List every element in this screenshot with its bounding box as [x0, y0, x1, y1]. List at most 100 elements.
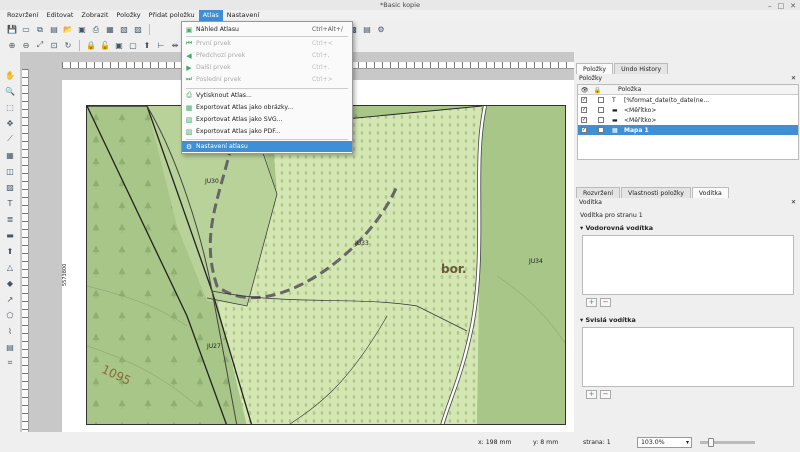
- menu-zobrazit[interactable]: Zobrazit: [77, 10, 112, 21]
- print-icon: ⎙: [186, 91, 192, 99]
- move-content-icon[interactable]: ✥: [4, 117, 16, 129]
- lock-checkbox[interactable]: [598, 97, 604, 103]
- zoom-select[interactable]: 103.0% ▾: [637, 436, 692, 448]
- save-template-icon[interactable]: ▣: [76, 24, 88, 36]
- export-image-icon[interactable]: ▦: [104, 24, 116, 36]
- atlas-export-images-item[interactable]: ▦ Exportovat Atlas jako obrázky...: [182, 102, 352, 113]
- atlas-print-item[interactable]: ⎙ Vytisknout Atlas...: [182, 90, 352, 101]
- zoom-tool-icon[interactable]: 🔍: [4, 85, 16, 97]
- add-3d-map-icon[interactable]: ◫: [4, 165, 16, 177]
- add-picture-icon[interactable]: ▨: [4, 181, 16, 193]
- menu-polozky[interactable]: Položky: [112, 10, 144, 21]
- menu-nastaveni[interactable]: Nastavení: [223, 10, 264, 21]
- list-item[interactable]: ✓ ▬ <Měřítko>: [578, 115, 798, 125]
- menu-pridat-polozku[interactable]: Přidat položku: [145, 10, 199, 21]
- zoom-value: 103.0%: [641, 438, 665, 446]
- items-list: 👁 🔒 Položka ✓ T [%format_date(to_date(ne…: [577, 84, 799, 160]
- atlas-export-pdf-item[interactable]: ▨ Exportovat Atlas jako PDF...: [182, 126, 352, 137]
- visible-checkbox[interactable]: ✓: [581, 107, 587, 113]
- list-item[interactable]: ✓ T [%format_date(to_date(ne...: [578, 95, 798, 105]
- add-marker-icon[interactable]: ◆: [4, 277, 16, 289]
- duplicate-layout-icon[interactable]: ⧉: [34, 24, 46, 36]
- panel-close-icon[interactable]: ✕: [791, 198, 796, 208]
- add-html-icon[interactable]: ⌗: [4, 357, 16, 369]
- zoom-actual-icon[interactable]: ⊡: [48, 39, 60, 51]
- visible-checkbox[interactable]: ✓: [581, 127, 587, 133]
- add-map-icon[interactable]: ▦: [4, 149, 16, 161]
- atlas-settings-item[interactable]: ⚙ Nastavení atlasu: [182, 141, 352, 152]
- tab-voditka[interactable]: Vodítka: [691, 187, 729, 198]
- horizontal-guides-header[interactable]: ▾ Vodorovná vodítka: [576, 221, 800, 235]
- list-item[interactable]: ✓ ▦ Mapa 1: [578, 125, 798, 135]
- zoom-slider-handle[interactable]: [708, 437, 714, 447]
- tab-polozky[interactable]: Položky: [576, 63, 614, 74]
- export-pdf-icon[interactable]: ▨: [132, 24, 144, 36]
- items-column-header: Položka: [618, 86, 642, 93]
- remove-guide-icon[interactable]: −: [600, 298, 611, 307]
- vertical-ruler[interactable]: [22, 69, 29, 432]
- atlas-export-icon[interactable]: ▤: [361, 24, 373, 36]
- add-guide-icon[interactable]: +: [586, 298, 597, 307]
- right-dock: Položky Undo History Položky ✕ 👁 🔒 Polož…: [576, 62, 800, 432]
- add-polyline-icon[interactable]: ⌇: [4, 325, 16, 337]
- cursor-x: x: 198 mm: [478, 438, 512, 446]
- add-table-icon[interactable]: ▤: [4, 341, 16, 353]
- vertical-guides-buttons: + −: [586, 390, 790, 399]
- refresh-icon[interactable]: ↻: [62, 39, 74, 51]
- unlock-icon[interactable]: 🔓: [99, 39, 111, 51]
- add-arrow-icon[interactable]: ↗: [4, 293, 16, 305]
- tab-rozvrzeni[interactable]: Rozvržení: [576, 187, 620, 198]
- pan-icon[interactable]: ✋: [4, 69, 16, 81]
- lock-checkbox[interactable]: [598, 127, 604, 133]
- horizontal-guides-list[interactable]: [582, 235, 794, 295]
- zoom-in-icon[interactable]: ⊕: [6, 39, 18, 51]
- remove-guide-icon[interactable]: −: [600, 390, 611, 399]
- panel-close-icon[interactable]: ✕: [791, 74, 796, 84]
- add-label-icon[interactable]: T: [4, 197, 16, 209]
- zoom-slider[interactable]: [700, 437, 755, 447]
- zoom-full-icon[interactable]: ⤢: [34, 39, 46, 51]
- tab-undo-history[interactable]: Undo History: [614, 63, 669, 74]
- select-icon[interactable]: ⬚: [4, 101, 16, 113]
- vertical-guides-list[interactable]: [582, 327, 794, 387]
- atlas-export-svg-item[interactable]: ▧ Exportovat Atlas jako SVG...: [182, 114, 352, 125]
- vertical-guides-header[interactable]: ▾ Svislá vodítka: [576, 313, 800, 327]
- zoom-out-icon[interactable]: ⊖: [20, 39, 32, 51]
- atlas-settings-icon[interactable]: ⚙: [375, 24, 387, 36]
- lock-icon[interactable]: 🔒: [85, 39, 97, 51]
- raise-icon[interactable]: ⬆: [141, 39, 153, 51]
- distribute-icon[interactable]: ⇹: [169, 39, 181, 51]
- visible-checkbox[interactable]: ✓: [581, 117, 587, 123]
- new-layout-icon[interactable]: ▭: [20, 24, 32, 36]
- menu-atlas[interactable]: Atlas: [198, 10, 223, 21]
- group-icon[interactable]: ▣: [113, 39, 125, 51]
- print-icon[interactable]: ⎙: [90, 24, 102, 36]
- add-legend-icon[interactable]: ≣: [4, 213, 16, 225]
- items-panel-title: Položky: [579, 75, 603, 82]
- menubar: Rozvržení Editovat Zobrazit Položky Přid…: [0, 10, 800, 21]
- guides-page-label: Vodítka pro stranu 1: [580, 212, 643, 219]
- menu-rozvrzeni[interactable]: Rozvržení: [3, 10, 42, 21]
- ungroup-icon[interactable]: ▢: [127, 39, 139, 51]
- atlas-preview-item[interactable]: ▣ Náhled Atlasu Ctrl+Alt+/: [182, 24, 352, 35]
- visible-checkbox[interactable]: ✓: [581, 97, 587, 103]
- export-image-icon: ▦: [185, 103, 193, 112]
- lock-checkbox[interactable]: [598, 107, 604, 113]
- export-svg-icon[interactable]: ▧: [118, 24, 130, 36]
- menu-editovat[interactable]: Editovat: [42, 10, 77, 21]
- add-scalebar-icon[interactable]: ▬: [4, 229, 16, 241]
- layout-manager-icon[interactable]: ▤: [48, 24, 60, 36]
- add-shape-icon[interactable]: △: [4, 261, 16, 273]
- cursor-y: y: 8 mm: [533, 438, 559, 446]
- tab-vlastnosti-polozky[interactable]: Vlastnosti položky: [620, 187, 691, 198]
- align-left-icon[interactable]: ⊢: [155, 39, 167, 51]
- open-template-icon[interactable]: 📂: [62, 24, 74, 36]
- lock-checkbox[interactable]: [598, 117, 604, 123]
- edit-nodes-icon[interactable]: ⟋: [4, 133, 16, 145]
- guides-panel-header: Vodítka ✕: [576, 198, 800, 208]
- add-north-arrow-icon[interactable]: ⬆: [4, 245, 16, 257]
- add-guide-icon[interactable]: +: [586, 390, 597, 399]
- list-item[interactable]: ✓ ▬ <Měřítko>: [578, 105, 798, 115]
- save-icon[interactable]: 💾: [6, 24, 18, 36]
- add-polygon-icon[interactable]: ⬠: [4, 309, 16, 321]
